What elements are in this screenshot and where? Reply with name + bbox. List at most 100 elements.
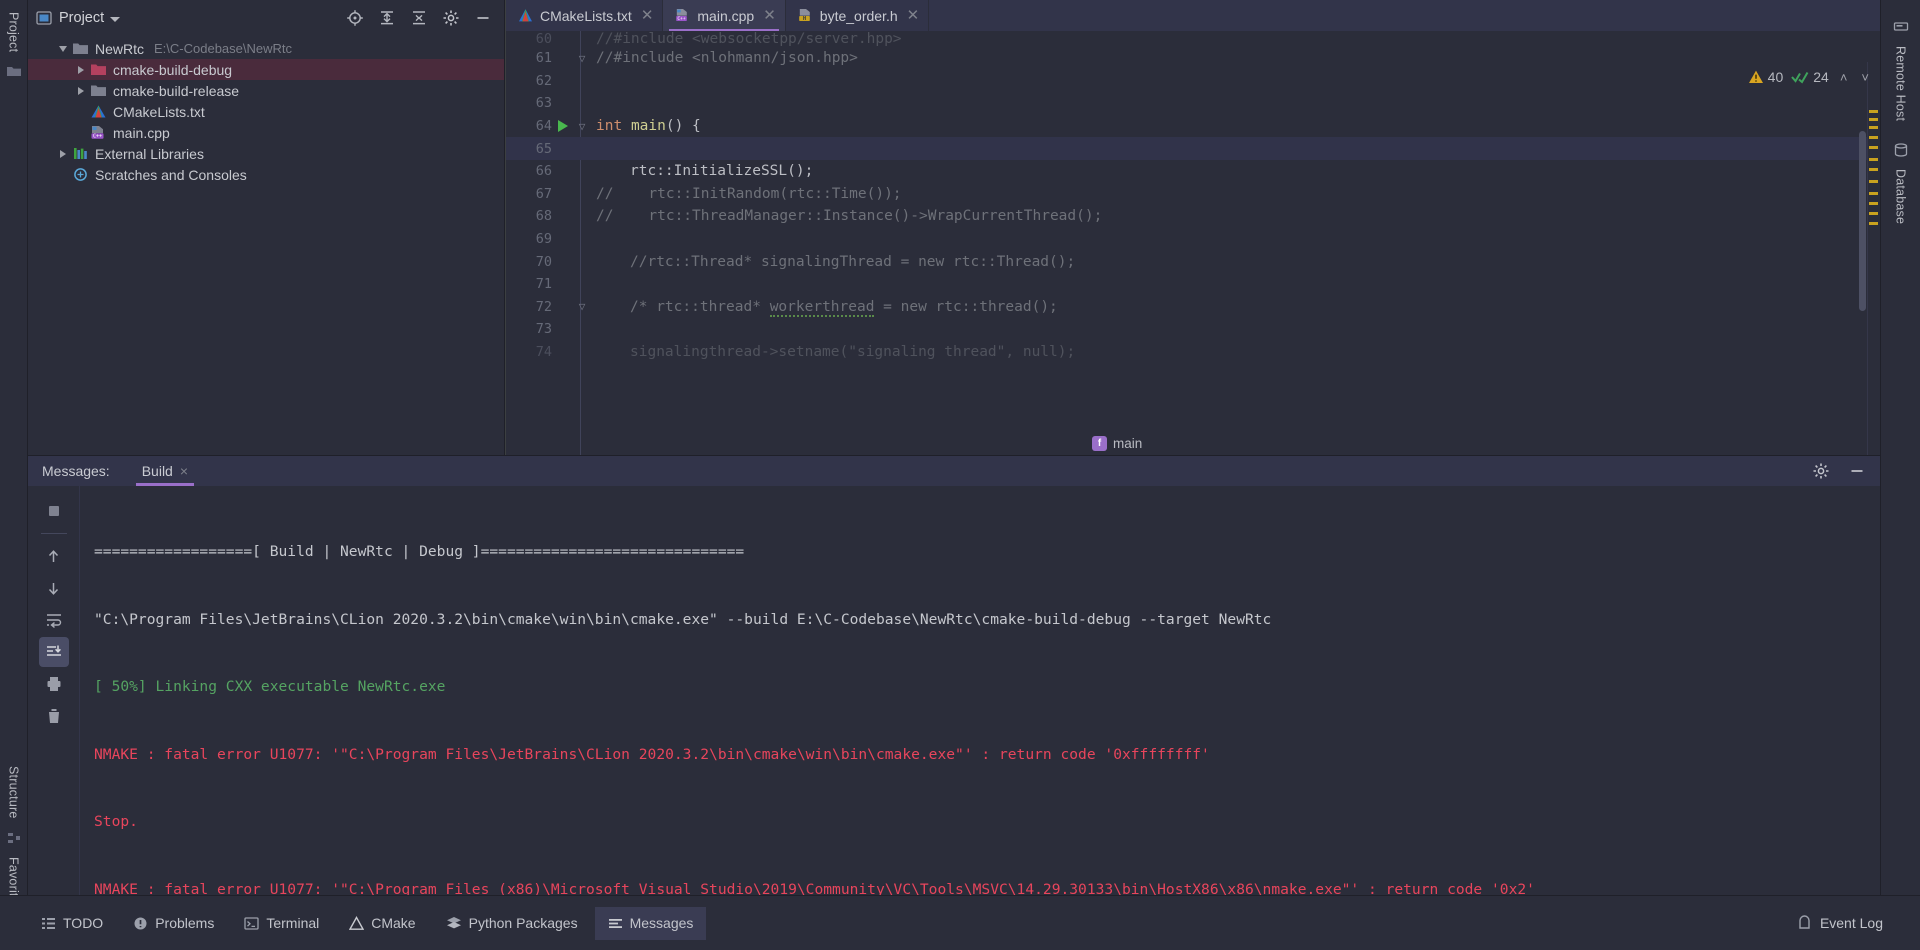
messages-label: Messages: bbox=[42, 463, 110, 479]
toolbar-divider bbox=[40, 533, 67, 534]
close-icon[interactable]: ✕ bbox=[641, 8, 654, 23]
code-line[interactable]: 69 bbox=[506, 228, 1880, 251]
expand-all-icon[interactable] bbox=[378, 9, 396, 27]
status-item-cmake[interactable]: CMake bbox=[336, 907, 428, 940]
code-line[interactable]: 67 // rtc::InitRandom(rtc::Time()); bbox=[506, 183, 1880, 206]
libraries-icon bbox=[74, 148, 87, 159]
scroll-to-end-button[interactable] bbox=[38, 637, 69, 667]
code-line[interactable]: 62 bbox=[506, 70, 1880, 93]
status-item-python-packages[interactable]: Python Packages bbox=[433, 907, 591, 940]
code-line[interactable]: 72 ▽ /* rtc::thread* workerthread = new … bbox=[506, 296, 1880, 319]
editor-tab-byte-order-h[interactable]: H byte_order.h ✕ bbox=[786, 0, 930, 31]
status-item-messages[interactable]: Messages bbox=[594, 906, 707, 940]
tool-window-database[interactable]: Database bbox=[1892, 163, 1910, 230]
fold-marker[interactable]: ▽ bbox=[574, 52, 590, 65]
editor-tab-cmakelists[interactable]: CMakeLists.txt ✕ bbox=[506, 0, 664, 31]
messages-icon bbox=[608, 918, 622, 928]
ok-badge[interactable]: 24 bbox=[1791, 69, 1829, 85]
run-gutter-icon[interactable] bbox=[552, 120, 574, 133]
line-text: signalingthread->setname("signaling thre… bbox=[630, 344, 1076, 361]
build-output-log[interactable]: ==================[ Build | NewRtc | Deb… bbox=[80, 486, 1880, 895]
status-item-event-log[interactable]: Event Log bbox=[1784, 907, 1896, 940]
cpp-file-icon: C++ bbox=[91, 126, 104, 140]
minimize-icon[interactable] bbox=[1848, 462, 1866, 480]
tool-window-project[interactable]: Project bbox=[5, 6, 23, 58]
gear-icon[interactable] bbox=[442, 9, 460, 27]
editor-vertical-scrollbar[interactable] bbox=[1859, 131, 1866, 311]
code-line[interactable]: 73 bbox=[506, 318, 1880, 341]
code-line-current[interactable]: 65 bbox=[506, 137, 1880, 160]
checkmark-icon bbox=[1791, 71, 1809, 84]
log-line: NMAKE : fatal error U1077: '"C:\Program … bbox=[94, 880, 1535, 896]
svg-text:C++: C++ bbox=[93, 134, 102, 140]
remote-host-icon[interactable] bbox=[1893, 20, 1909, 34]
fold-marker[interactable]: ▽ bbox=[574, 300, 590, 313]
next-problem-icon[interactable]: ˅ bbox=[1858, 70, 1872, 85]
tool-window-remote-host[interactable]: Remote Host bbox=[1892, 40, 1910, 127]
log-line: ==================[ Build | NewRtc | Deb… bbox=[94, 543, 745, 560]
tree-node-newrtc[interactable]: NewRtc E:\C-Codebase\NewRtc bbox=[28, 38, 504, 59]
code-line[interactable]: 74 signalingthread->setname("signaling t… bbox=[506, 341, 1880, 364]
chevron-right-icon[interactable] bbox=[72, 65, 90, 74]
close-icon[interactable]: ✕ bbox=[907, 8, 920, 23]
log-line: Stop. bbox=[94, 813, 138, 830]
chevron-down-icon[interactable] bbox=[54, 45, 72, 52]
tree-node-cmake-build-debug[interactable]: cmake-build-debug bbox=[28, 59, 504, 80]
database-icon[interactable] bbox=[1893, 143, 1909, 157]
project-panel-title: Project bbox=[59, 10, 105, 26]
status-item-label: Messages bbox=[629, 915, 694, 931]
soft-wrap-button[interactable] bbox=[39, 605, 69, 635]
code-editor[interactable]: 40 24 ˄ ˅ 60 //#include <websocketpp/ser… bbox=[506, 31, 1880, 455]
code-line[interactable]: 61 ▽ //#include <nlohmann/json.hpp> bbox=[506, 47, 1880, 70]
line-number: 62 bbox=[535, 72, 552, 89]
line-number: 65 bbox=[535, 140, 552, 157]
warning-count: 40 bbox=[1767, 69, 1784, 85]
collapse-all-icon[interactable] bbox=[410, 9, 428, 27]
chevron-down-icon[interactable] bbox=[110, 16, 121, 22]
locate-icon[interactable] bbox=[346, 9, 364, 27]
code-line[interactable]: 60 //#include <websocketpp/server.hpp> bbox=[506, 31, 1880, 47]
tree-node-cmakelists[interactable]: CMakeLists.txt bbox=[28, 101, 504, 122]
cmake-icon bbox=[349, 915, 365, 930]
status-item-problems[interactable]: Problems bbox=[120, 907, 227, 940]
status-item-label: TODO bbox=[63, 915, 104, 931]
stop-button[interactable] bbox=[39, 496, 69, 526]
close-icon[interactable]: × bbox=[180, 463, 188, 479]
chevron-right-icon[interactable] bbox=[54, 149, 72, 158]
code-line[interactable]: 68 // rtc::ThreadManager::Instance()->Wr… bbox=[506, 205, 1880, 228]
code-line[interactable]: 70 //rtc::Thread* signalingThread = new … bbox=[506, 250, 1880, 273]
clear-all-button[interactable] bbox=[39, 701, 69, 731]
line-text: /* rtc::thread* workerthread = new rtc::… bbox=[630, 298, 1058, 317]
chevron-right-icon[interactable] bbox=[72, 86, 90, 95]
code-line[interactable]: 71 bbox=[506, 273, 1880, 296]
status-item-todo[interactable]: TODO bbox=[28, 907, 116, 940]
tree-node-main-cpp[interactable]: C++ main.cpp bbox=[28, 122, 504, 143]
tree-node-label: cmake-build-release bbox=[113, 82, 240, 99]
status-item-terminal[interactable]: Terminal bbox=[231, 907, 332, 940]
fold-marker[interactable]: ▽ bbox=[574, 120, 590, 133]
build-tab[interactable]: Build × bbox=[128, 456, 202, 486]
folder-icon[interactable] bbox=[6, 64, 22, 78]
tree-node-cmake-build-release[interactable]: cmake-build-release bbox=[28, 80, 504, 101]
project-view-icon bbox=[36, 11, 52, 25]
print-button[interactable] bbox=[39, 669, 69, 699]
next-occurrence-button[interactable] bbox=[39, 573, 69, 603]
editor-tab-main-cpp[interactable]: C++ main.cpp ✕ bbox=[663, 0, 786, 31]
code-lines: 60 //#include <websocketpp/server.hpp> 6… bbox=[506, 31, 1880, 455]
code-line[interactable]: 64 ▽ int main() { bbox=[506, 115, 1880, 138]
code-line[interactable]: 63 bbox=[506, 92, 1880, 115]
breadcrumb-label[interactable]: main bbox=[1113, 436, 1142, 451]
tree-node-external-libraries[interactable]: External Libraries bbox=[28, 143, 504, 164]
tool-window-structure[interactable]: Structure bbox=[5, 760, 23, 825]
tree-node-scratches-and-consoles[interactable]: Scratches and Consoles bbox=[28, 164, 504, 185]
error-stripe[interactable] bbox=[1867, 62, 1880, 455]
warning-badge[interactable]: 40 bbox=[1748, 69, 1784, 85]
prev-problem-icon[interactable]: ˄ bbox=[1837, 70, 1851, 85]
prev-occurrence-button[interactable] bbox=[39, 541, 69, 571]
hide-panel-icon[interactable] bbox=[474, 9, 492, 27]
close-icon[interactable]: ✕ bbox=[763, 8, 776, 23]
structure-icon[interactable] bbox=[6, 831, 22, 845]
trash-icon bbox=[48, 709, 59, 723]
gear-icon[interactable] bbox=[1812, 462, 1830, 480]
code-line[interactable]: 66 rtc::InitializeSSL(); bbox=[506, 160, 1880, 183]
